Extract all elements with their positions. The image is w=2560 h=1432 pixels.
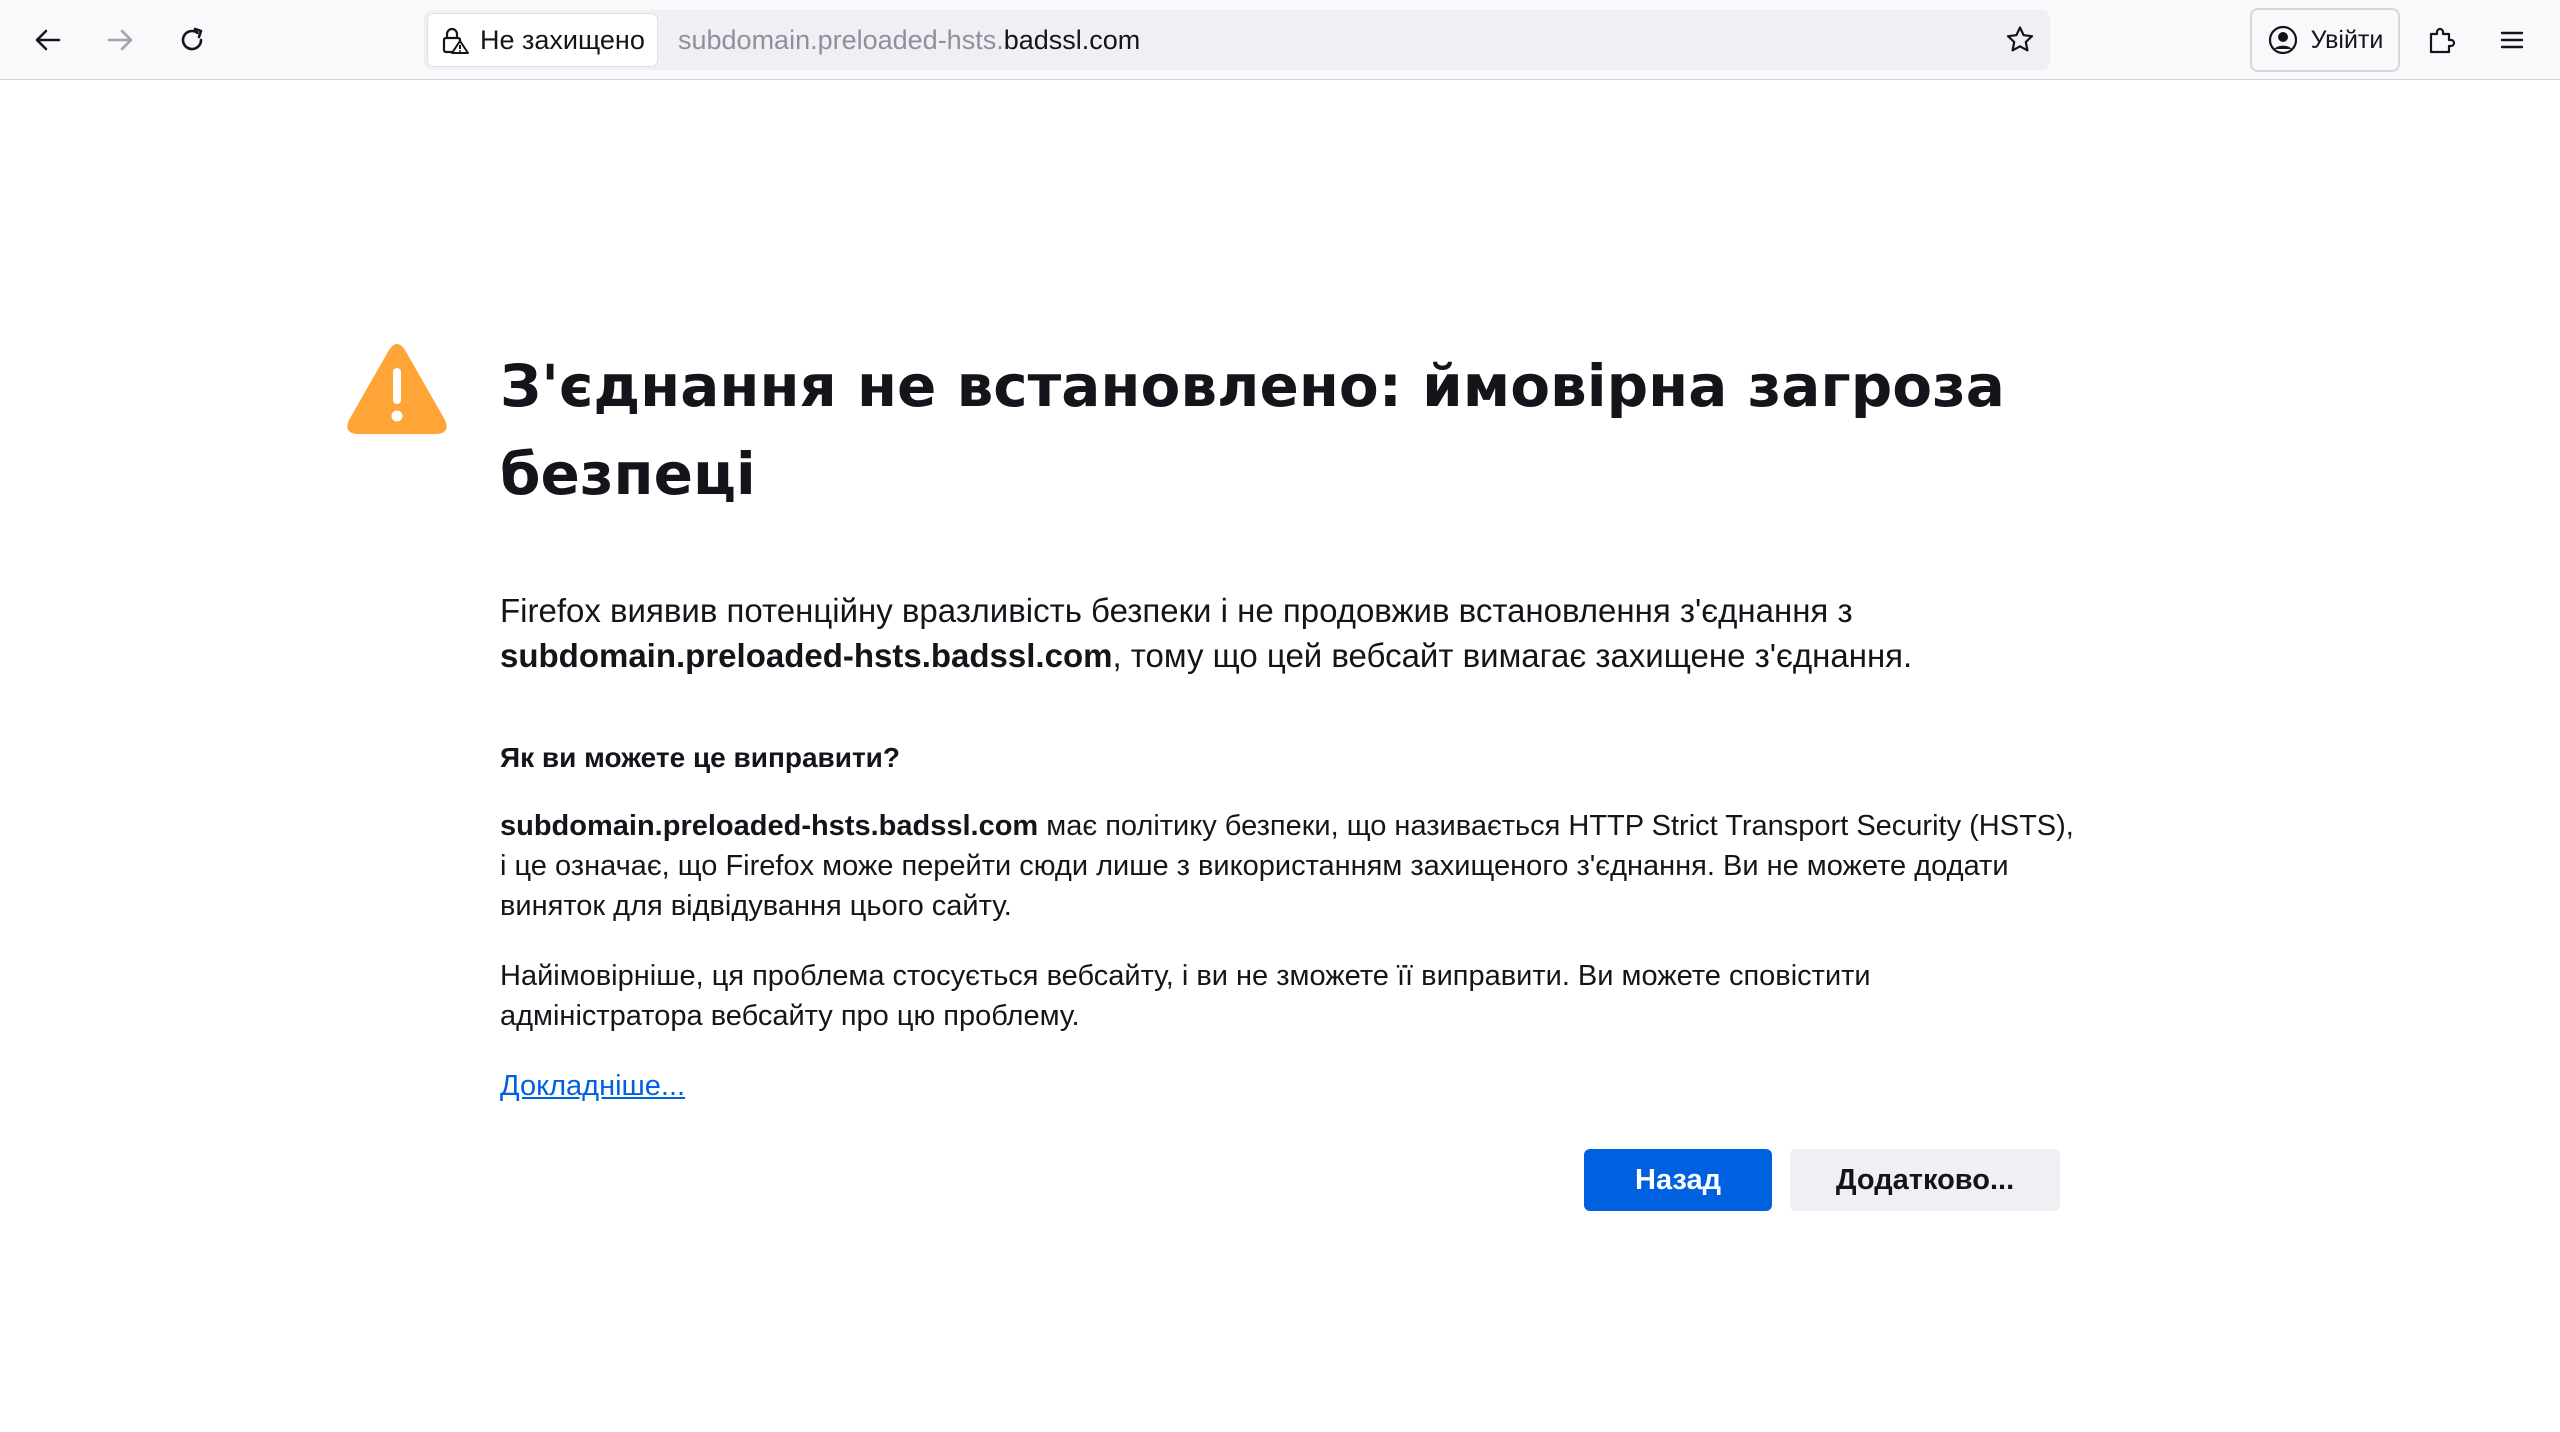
signin-label: Увійти [2310, 25, 2384, 54]
url-prefix: subdomain.preloaded-hsts. [678, 24, 1004, 55]
howto-heading: Як ви можете це виправити? [500, 742, 900, 773]
error-title: З'єднання не встановлено: ймовірна загро… [500, 352, 2005, 508]
site-problem-text: Найімовірніше, ця проблема стосується ве… [500, 960, 1871, 1032]
intro-suffix: , тому що цей вебсайт вимагає захищене з… [1112, 637, 1913, 674]
reload-button[interactable] [164, 12, 220, 68]
account-icon [2268, 25, 2297, 55]
back-button[interactable] [20, 12, 76, 68]
hamburger-menu-icon [2500, 31, 2524, 49]
browser-toolbar: Не захищено subdomain.preloaded-hsts. bad… [0, 0, 2560, 80]
bookmark-button[interactable] [2002, 22, 2038, 58]
lock-warning-icon [442, 27, 469, 54]
warning-icon [347, 344, 447, 434]
star-icon [2006, 26, 2034, 52]
go-back-button[interactable]: Назад [1584, 1149, 1772, 1211]
hsts-explanation: subdomain.preloaded-hsts.badssl.com має … [500, 806, 2080, 926]
url-text[interactable]: subdomain.preloaded-hsts. badssl.com [678, 10, 1140, 70]
arrow-left-icon [35, 29, 61, 51]
intro-host: subdomain.preloaded-hsts.badssl.com [500, 637, 1113, 674]
arrow-right-icon [107, 29, 133, 51]
para1-host: subdomain.preloaded-hsts.badssl.com [500, 810, 1039, 842]
app-menu-button[interactable] [2484, 12, 2540, 68]
puzzle-icon [2429, 27, 2456, 54]
url-domain: badssl.com [1003, 24, 1141, 55]
extensions-button[interactable] [2414, 12, 2470, 68]
intro-text: Firefox виявив потенційну вразливість бе… [500, 592, 1853, 629]
site-identity-button[interactable]: Не захищено [428, 14, 657, 66]
url-bar[interactable]: Не захищено subdomain.preloaded-hsts. bad… [424, 10, 2050, 70]
advanced-button[interactable]: Додатково... [1790, 1149, 2060, 1211]
not-secure-label: Не захищено [480, 24, 645, 55]
learn-more-link[interactable]: Докладніше... [500, 1066, 685, 1106]
reload-icon [181, 27, 203, 51]
forward-button[interactable] [92, 12, 148, 68]
error-intro: Firefox виявив потенційну вразливість бе… [500, 588, 2060, 678]
signin-button[interactable]: Увійти [2250, 8, 2400, 72]
